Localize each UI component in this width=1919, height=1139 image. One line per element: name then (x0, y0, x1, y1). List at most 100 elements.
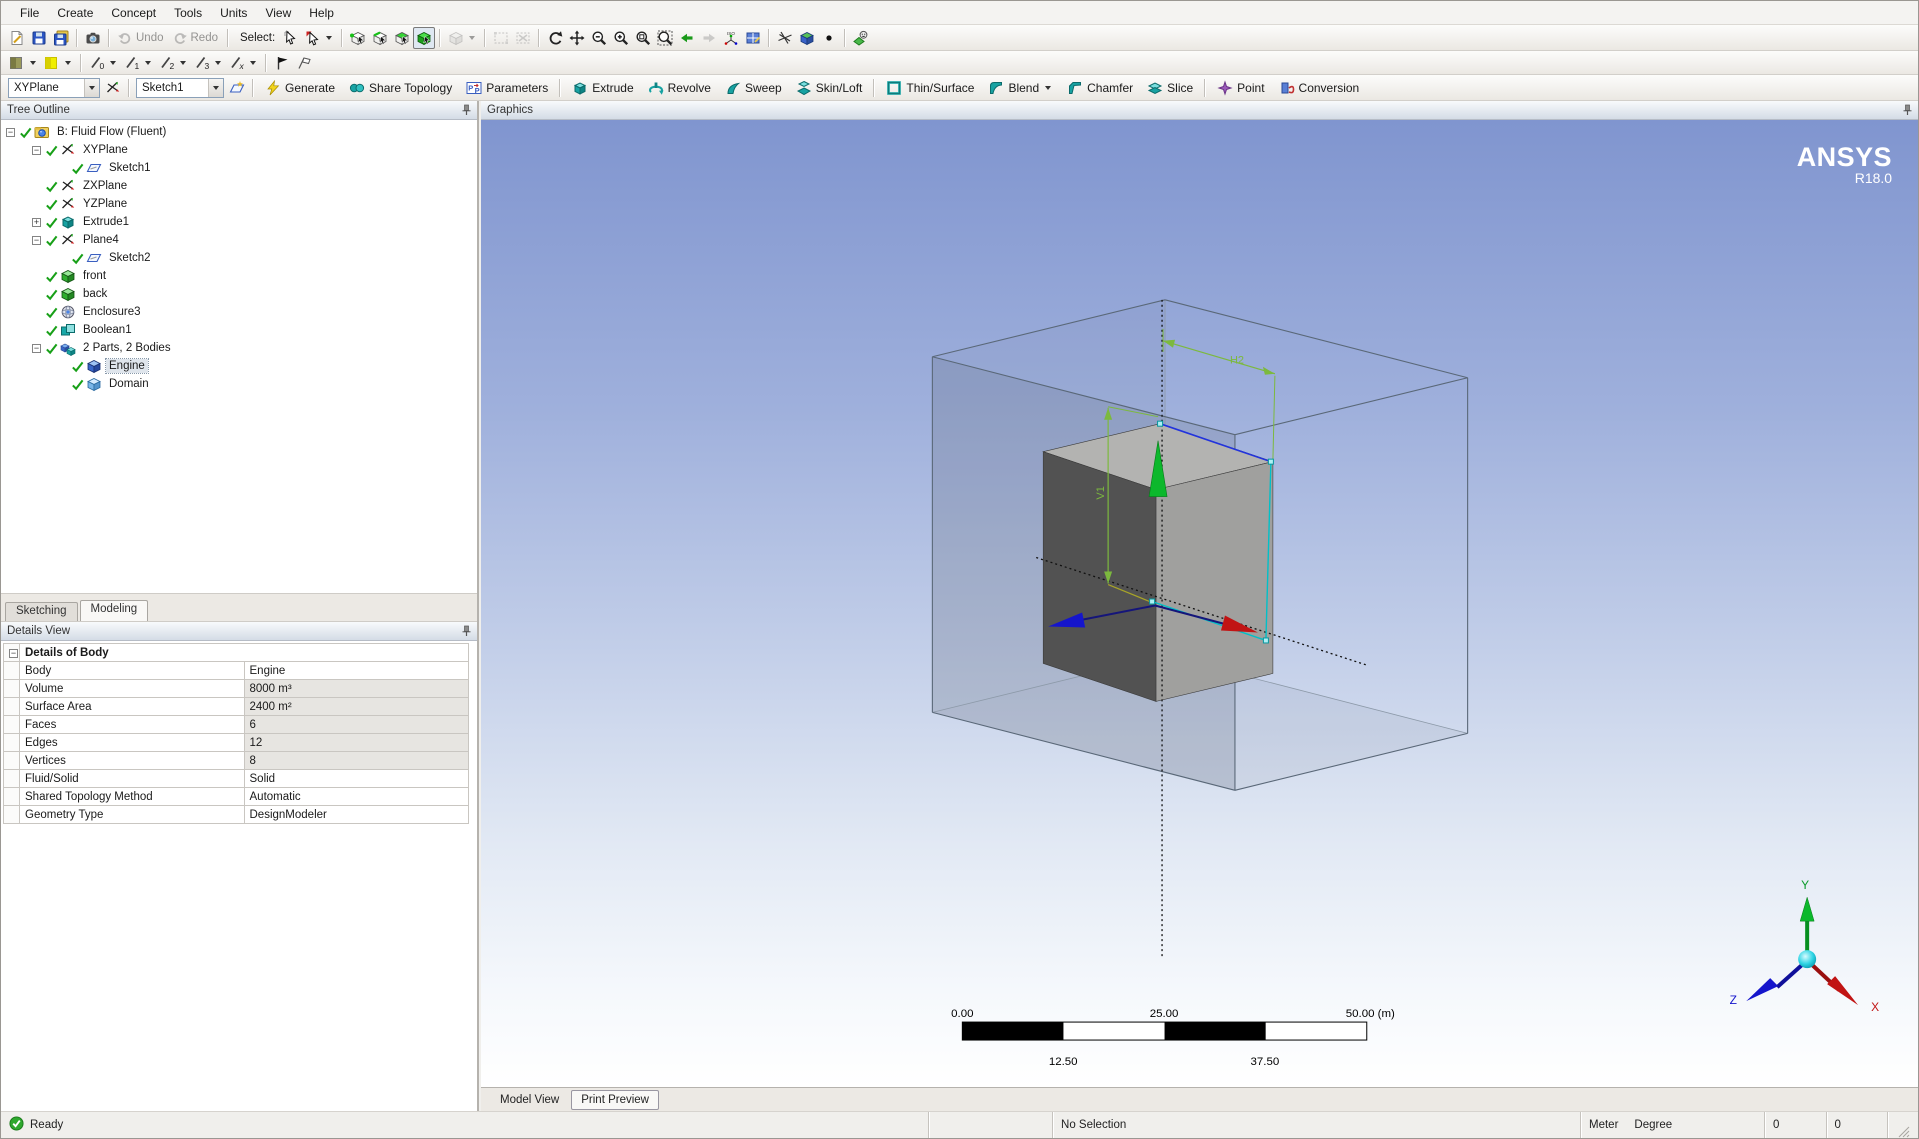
collapse-icon[interactable]: − (32, 145, 41, 155)
vertex-display-button[interactable] (271, 52, 293, 74)
display-model-button[interactable] (796, 27, 818, 49)
tree-item-2-parts-2-bodies[interactable]: − 2 Parts, 2 Bodies (1, 339, 477, 357)
extrude-button[interactable]: Extrude (565, 76, 640, 100)
zoom-in-button[interactable] (610, 27, 632, 49)
thin-surface-button[interactable]: Thin/Surface (879, 76, 981, 100)
face-color-mode-button[interactable] (6, 52, 41, 74)
generate-button[interactable]: Generate (258, 76, 342, 100)
display-plane-button[interactable] (774, 27, 796, 49)
chevron-down-icon[interactable] (208, 78, 223, 97)
edge-color-mode-button[interactable] (41, 52, 76, 74)
detail-value[interactable]: DesignModeler (243, 805, 469, 824)
tree-item-boolean1[interactable]: Boolean1 (1, 321, 477, 339)
filter-bodies-button[interactable] (413, 26, 436, 49)
previous-view-button[interactable] (676, 27, 698, 49)
menu-concept[interactable]: Concept (102, 3, 165, 23)
menu-file[interactable]: File (11, 3, 48, 23)
tree-item-back[interactable]: back (1, 285, 477, 303)
skin-loft-button[interactable]: Skin/Loft (789, 76, 870, 100)
new-sketch-button[interactable] (226, 77, 248, 99)
orientation-triad[interactable]: Y X Z (1730, 878, 1879, 1014)
zoom-button[interactable] (588, 27, 610, 49)
tree-item-sketch2[interactable]: Sketch2 (1, 249, 477, 267)
tab-model-view[interactable]: Model View (491, 1091, 568, 1109)
tree-item-plane4[interactable]: − Plane4 (1, 231, 477, 249)
edges-no-joint-button[interactable]: 0 (86, 52, 121, 74)
new-document-button[interactable] (6, 27, 28, 49)
edges-joint-2-button[interactable]: 2 (156, 52, 191, 74)
sketch-selector[interactable]: Sketch1 (136, 77, 224, 98)
collapse-icon[interactable]: − (6, 127, 15, 137)
look-at-face-button[interactable] (850, 27, 872, 49)
filter-faces-button[interactable] (391, 27, 413, 49)
menu-tools[interactable]: Tools (165, 3, 211, 23)
tree-item-zxplane[interactable]: ZXPlane (1, 177, 477, 195)
edges-joint-3-button[interactable]: 3 (191, 52, 226, 74)
plane-icon (60, 142, 76, 158)
select-adjacent-button[interactable] (302, 27, 337, 49)
tree-item-enclosure3[interactable]: Enclosure3 (1, 303, 477, 321)
image-capture-button[interactable] (82, 27, 104, 49)
tree-item-front[interactable]: front (1, 267, 477, 285)
detail-label: Fluid/Solid (19, 769, 245, 788)
sweep-button[interactable]: Sweep (718, 76, 789, 100)
viewports-button[interactable] (742, 27, 764, 49)
collapse-icon[interactable]: − (32, 235, 41, 245)
plane-display-button[interactable] (102, 77, 124, 99)
plane-selector[interactable]: XYPlane (8, 77, 100, 98)
conversion-icon (1279, 80, 1295, 96)
detail-value[interactable]: Engine (243, 661, 469, 680)
tree-item-sketch1[interactable]: Sketch1 (1, 159, 477, 177)
slice-button[interactable]: Slice (1140, 76, 1200, 100)
pin-icon[interactable] (462, 104, 471, 116)
filter-vertices-button[interactable] (347, 27, 369, 49)
filter-edges-button[interactable] (369, 27, 391, 49)
resize-grip[interactable] (1887, 1112, 1918, 1138)
rotate-button[interactable] (544, 27, 566, 49)
svg-text:R18.0: R18.0 (1855, 170, 1892, 186)
cross-section-alignments-button[interactable] (293, 52, 315, 74)
tree-item-domain[interactable]: Domain (1, 375, 477, 393)
collapse-icon[interactable]: − (32, 343, 41, 353)
parameters-button[interactable]: P P Parameters (459, 76, 555, 100)
tree-outline: − B: Fluid Flow (Fluent) − XYPlane Sketch1 ZX… (1, 120, 477, 593)
tree-item-extrude1[interactable]: + Extrude1 (1, 213, 477, 231)
save-button[interactable] (28, 27, 50, 49)
pin-icon[interactable] (462, 625, 471, 637)
display-points-button[interactable] (818, 27, 840, 49)
tree-item-xyplane[interactable]: − XYPlane (1, 141, 477, 159)
detail-value[interactable]: Automatic (243, 787, 469, 806)
menu-view[interactable]: View (256, 3, 300, 23)
model-viewport[interactable]: H2 V1 0.00 25.00 50.00 (m) 12.50 37.50 Y… (481, 120, 1918, 1087)
share-topology-button[interactable]: Share Topology (342, 76, 459, 100)
tab-sketching[interactable]: Sketching (5, 602, 78, 621)
chevron-down-icon[interactable] (84, 78, 99, 97)
detail-value[interactable]: Solid (243, 769, 469, 788)
menu-help[interactable]: Help (300, 3, 343, 23)
pin-icon[interactable] (1903, 104, 1912, 116)
tab-print-preview[interactable]: Print Preview (571, 1089, 659, 1110)
conversion-button[interactable]: Conversion (1272, 76, 1367, 100)
details-row-surface-area: Surface Area 2400 m² (3, 697, 469, 716)
menu-create[interactable]: Create (48, 3, 102, 23)
tree-item-b-fluid-flow-fluent[interactable]: − B: Fluid Flow (Fluent) (1, 123, 477, 141)
revolve-button[interactable]: Revolve (641, 76, 718, 100)
expand-icon[interactable]: + (32, 217, 41, 227)
blend-button[interactable]: Blend (981, 76, 1060, 100)
edges-joint-multi-button[interactable]: x (226, 52, 261, 74)
pan-button[interactable] (566, 27, 588, 49)
tree-item-engine[interactable]: Engine (1, 357, 477, 375)
save-all-button[interactable] (50, 27, 72, 49)
edges-joint-1-button[interactable]: 1 (121, 52, 156, 74)
collapse-icon[interactable]: − (9, 648, 18, 658)
select-mode-button[interactable] (280, 27, 302, 49)
box-zoom-button[interactable] (654, 27, 676, 49)
tree-item-yzplane[interactable]: YZPlane (1, 195, 477, 213)
iso-icon: ISO (723, 30, 739, 46)
isometric-view-button[interactable]: ISO (720, 27, 742, 49)
menu-units[interactable]: Units (211, 3, 256, 23)
chamfer-button[interactable]: Chamfer (1060, 76, 1140, 100)
zoom-to-fit-button[interactable] (632, 27, 654, 49)
point-button[interactable]: Point (1210, 76, 1271, 100)
tab-modeling[interactable]: Modeling (79, 600, 149, 621)
